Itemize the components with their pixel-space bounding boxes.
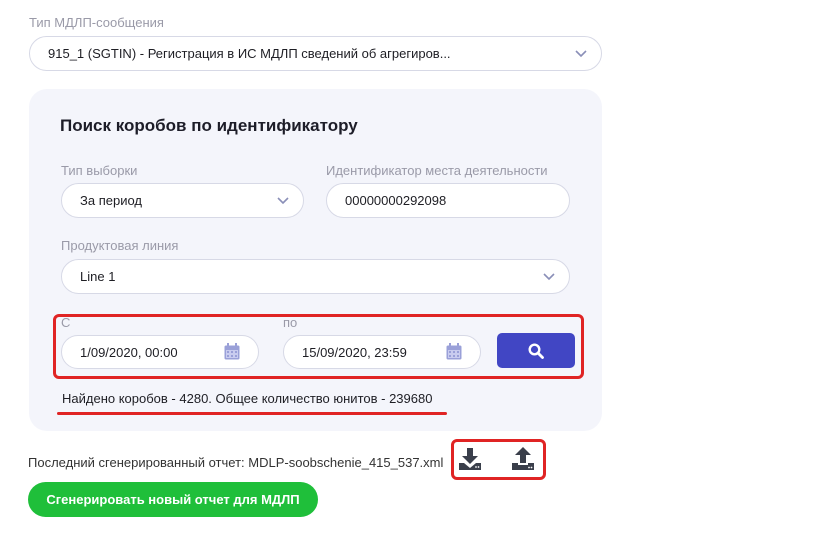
search-icon — [528, 342, 544, 359]
calendar-icon[interactable] — [224, 343, 240, 360]
generate-report-button[interactable]: Сгенерировать новый отчет для МДЛП — [28, 482, 318, 517]
chevron-down-icon — [543, 272, 555, 280]
download-icon[interactable] — [457, 446, 483, 472]
date-to-value: 15/09/2020, 23:59 — [302, 344, 407, 360]
last-report-text: Последний сгенерированный отчет: MDLP-so… — [28, 455, 444, 470]
calendar-icon[interactable] — [446, 343, 462, 360]
date-from-label: С — [61, 315, 71, 330]
product-line-value: Line 1 — [80, 269, 116, 284]
search-panel-title: Поиск коробов по идентификатору — [60, 116, 358, 135]
date-to-label: по — [283, 315, 298, 330]
date-from-value: 1/09/2020, 00:00 — [80, 344, 178, 360]
date-to-input[interactable]: 15/09/2020, 23:59 — [283, 335, 481, 369]
activity-place-label: Идентификатор места деятельности — [326, 163, 548, 178]
chevron-down-icon — [277, 196, 289, 204]
search-button[interactable] — [497, 333, 575, 368]
date-from-input[interactable]: 1/09/2020, 00:00 — [61, 335, 259, 369]
activity-place-value: 00000000292098 — [345, 193, 447, 208]
selection-type-select[interactable]: За период — [61, 183, 304, 218]
search-result-text: Найдено коробов - 4280. Общее количество… — [62, 391, 433, 406]
result-underline — [57, 412, 447, 415]
message-type-value: 915_1 (SGTIN) - Регистрация в ИС МДЛП св… — [48, 46, 451, 61]
chevron-down-icon — [575, 49, 587, 57]
activity-place-input[interactable]: 00000000292098 — [326, 183, 570, 218]
message-type-label: Тип МДЛП-сообщения — [29, 15, 164, 30]
product-line-select[interactable]: Line 1 — [61, 259, 570, 294]
product-line-label: Продуктовая линия — [61, 238, 179, 253]
selection-type-value: За период — [80, 193, 142, 208]
selection-type-label: Тип выборки — [61, 163, 138, 178]
message-type-select[interactable]: 915_1 (SGTIN) - Регистрация в ИС МДЛП св… — [29, 36, 602, 71]
upload-icon[interactable] — [510, 446, 536, 472]
